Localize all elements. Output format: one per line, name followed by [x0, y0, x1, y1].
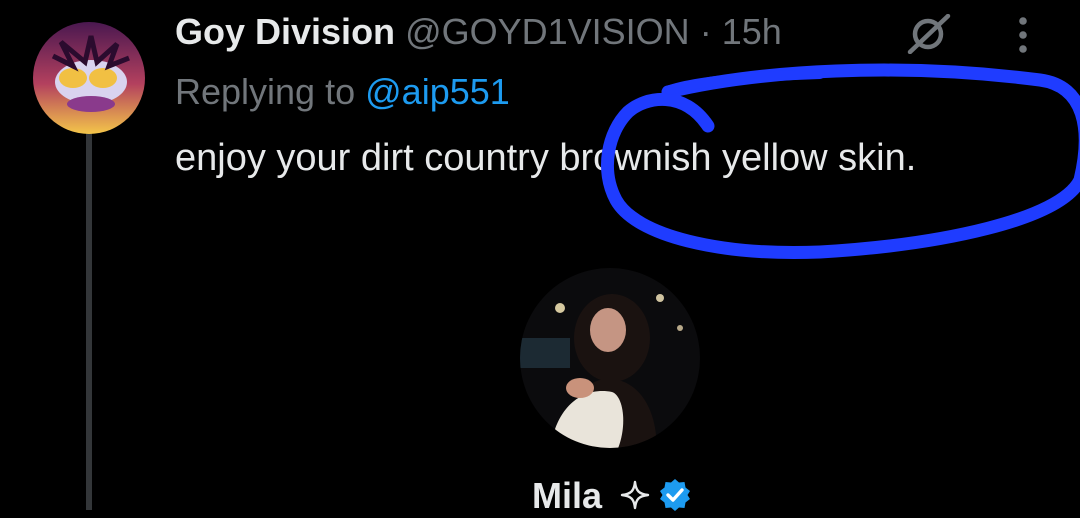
avatar-image: [33, 22, 145, 134]
reply-target-handle[interactable]: @aip551: [365, 71, 510, 112]
embedded-profile-name[interactable]: Mila: [532, 474, 602, 518]
author-display-name[interactable]: Goy Division: [175, 11, 395, 52]
tweet-body-text: enjoy your dirt country brownish yellow …: [175, 137, 917, 179]
embedded-profile-avatar[interactable]: [520, 268, 700, 448]
grok-icon[interactable]: [904, 14, 952, 54]
replying-to-label: Replying to: [175, 71, 356, 112]
hand-drawn-circle-annotation: [600, 63, 1080, 259]
thread-connector-line: [86, 130, 92, 510]
separator-dot: ·: [699, 11, 712, 52]
tweet-header: Goy Division @GOYD1VISION · 15h: [175, 8, 782, 56]
verified-badge-icon: [660, 479, 690, 511]
profile-photo: [520, 268, 700, 448]
author-handle[interactable]: @GOYD1VISION: [405, 11, 690, 52]
sparkle-icon: [620, 480, 650, 510]
replying-to-line: Replying to @aip551: [175, 68, 510, 116]
tweet-timestamp[interactable]: 15h: [722, 11, 782, 52]
author-avatar[interactable]: [33, 22, 145, 134]
more-options-icon[interactable]: [1008, 14, 1038, 58]
